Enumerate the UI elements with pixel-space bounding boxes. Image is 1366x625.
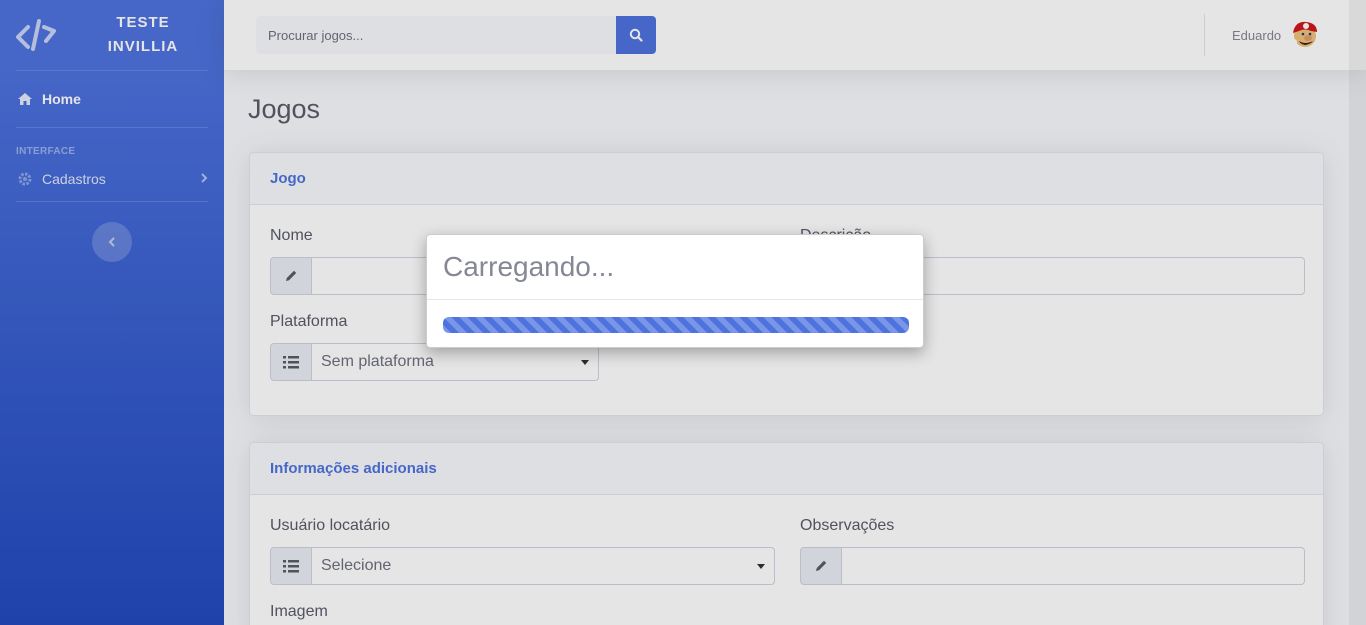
loading-title: Carregando... (427, 235, 923, 300)
loading-progress-bar (443, 317, 909, 333)
loading-modal: Carregando... (426, 234, 924, 348)
progress-fill (443, 317, 909, 333)
scrollbar[interactable] (1349, 0, 1366, 625)
